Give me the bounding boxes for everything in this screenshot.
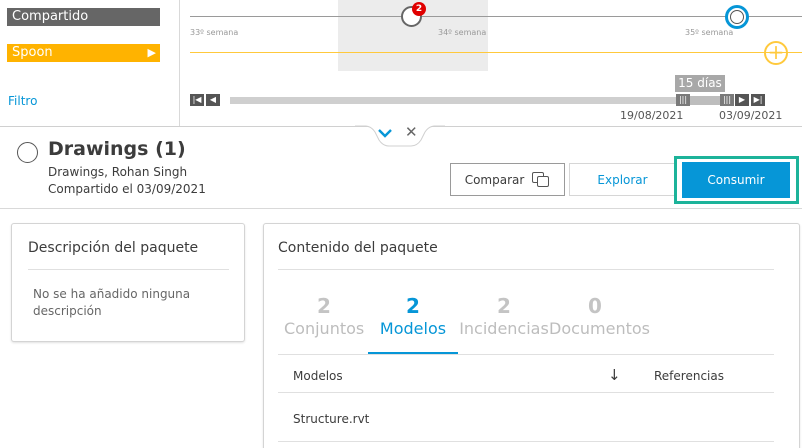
tab-count: 2 <box>317 294 331 318</box>
compare-button[interactable]: Comparar <box>450 163 565 196</box>
divider <box>28 269 229 270</box>
collapse-tab-shape <box>355 125 445 147</box>
timeline-legend: Compartido Spoon ▶ Filtro <box>0 0 180 126</box>
table-row[interactable]: Structure.rvt <box>293 412 369 426</box>
skip-start-icon[interactable]: |◀ <box>190 94 204 106</box>
description-text: No se ha añadido ninguna descripción <box>33 287 191 318</box>
consume-button[interactable]: Consumir <box>682 162 790 198</box>
timeline-scrubber: |◀ ◀ ||| ||| ▶ ▶| <box>190 92 802 106</box>
close-icon[interactable]: ✕ <box>405 123 418 141</box>
tab-sets[interactable]: 2 Conjuntos <box>284 294 364 340</box>
range-end-date: 03/09/2021 <box>719 109 783 122</box>
shared-track-label: Compartido <box>7 8 160 26</box>
compare-icon <box>532 171 550 188</box>
description-title: Descripción del paquete <box>28 240 199 256</box>
filter-link[interactable]: Filtro <box>8 94 37 108</box>
spoon-label: Spoon <box>12 45 53 60</box>
header-divider <box>0 208 802 209</box>
package-shared-date: Compartido el 03/09/2021 <box>48 182 206 196</box>
tab-issues[interactable]: 2 Incidencias <box>459 294 549 340</box>
collapse-tab: ✕ <box>355 120 445 150</box>
tab-models[interactable]: 2 Modelos <box>368 294 458 340</box>
selected-package-node[interactable] <box>725 5 749 29</box>
node-inner-ring <box>730 10 744 24</box>
compare-label: Comparar <box>464 172 525 187</box>
tab-documents[interactable]: 0 Documentos <box>549 294 651 340</box>
tab-label: Modelos <box>379 319 447 338</box>
divider <box>278 354 774 355</box>
explore-button[interactable]: Explorar <box>569 163 676 196</box>
package-count-badge: 2 <box>412 2 426 16</box>
range-end-handle[interactable]: ||| <box>720 94 734 106</box>
scrub-track[interactable] <box>230 97 680 104</box>
add-package-button[interactable]: + <box>764 41 788 65</box>
package-title: Drawings (1) <box>48 138 186 160</box>
range-start-date: 19/08/2021 <box>620 109 684 122</box>
range-duration-label: 15 días <box>675 75 725 92</box>
shared-track-line <box>190 16 802 17</box>
description-panel: Descripción del paquete No se ha añadido… <box>11 223 245 342</box>
sort-down-icon[interactable]: ↓ <box>608 366 621 384</box>
spoon-track-label[interactable]: Spoon ▶ <box>7 44 160 62</box>
column-header-models[interactable]: Modelos <box>293 369 343 383</box>
divider <box>278 441 774 442</box>
week-label: 33º semana <box>190 28 239 37</box>
week-label: 34º semana <box>438 28 487 37</box>
package-select-radio[interactable] <box>17 142 38 163</box>
play-icon[interactable]: ▶ <box>148 44 156 62</box>
week-label: 35º semana <box>685 28 734 37</box>
tab-count: 0 <box>588 294 602 318</box>
tab-count: 2 <box>406 294 420 318</box>
step-back-icon[interactable]: ◀ <box>206 94 220 106</box>
skip-end-icon[interactable]: ▶| <box>751 94 765 106</box>
column-header-references[interactable]: Referencias <box>654 369 724 383</box>
content-panel: Contenido del paquete 2 Conjuntos 2 Mode… <box>263 223 800 448</box>
divider <box>278 269 774 270</box>
tab-label: Incidencias <box>459 319 549 338</box>
tab-count: 2 <box>497 294 511 318</box>
timeline-chart: 33º semana 34º semana 35º semana 2 + 15 … <box>180 0 802 126</box>
content-title: Contenido del paquete <box>278 240 438 256</box>
divider <box>278 392 774 393</box>
package-authors: Drawings, Rohan Singh <box>48 165 188 179</box>
timeline-area: Compartido Spoon ▶ Filtro 33º semana 34º… <box>0 0 802 126</box>
range-start-handle[interactable]: ||| <box>676 94 690 106</box>
chevron-down-icon[interactable] <box>378 124 392 142</box>
tab-label: Conjuntos <box>284 319 365 338</box>
step-forward-icon[interactable]: ▶ <box>735 94 749 106</box>
spoon-track-line <box>190 52 802 53</box>
tab-label: Documentos <box>549 319 651 338</box>
